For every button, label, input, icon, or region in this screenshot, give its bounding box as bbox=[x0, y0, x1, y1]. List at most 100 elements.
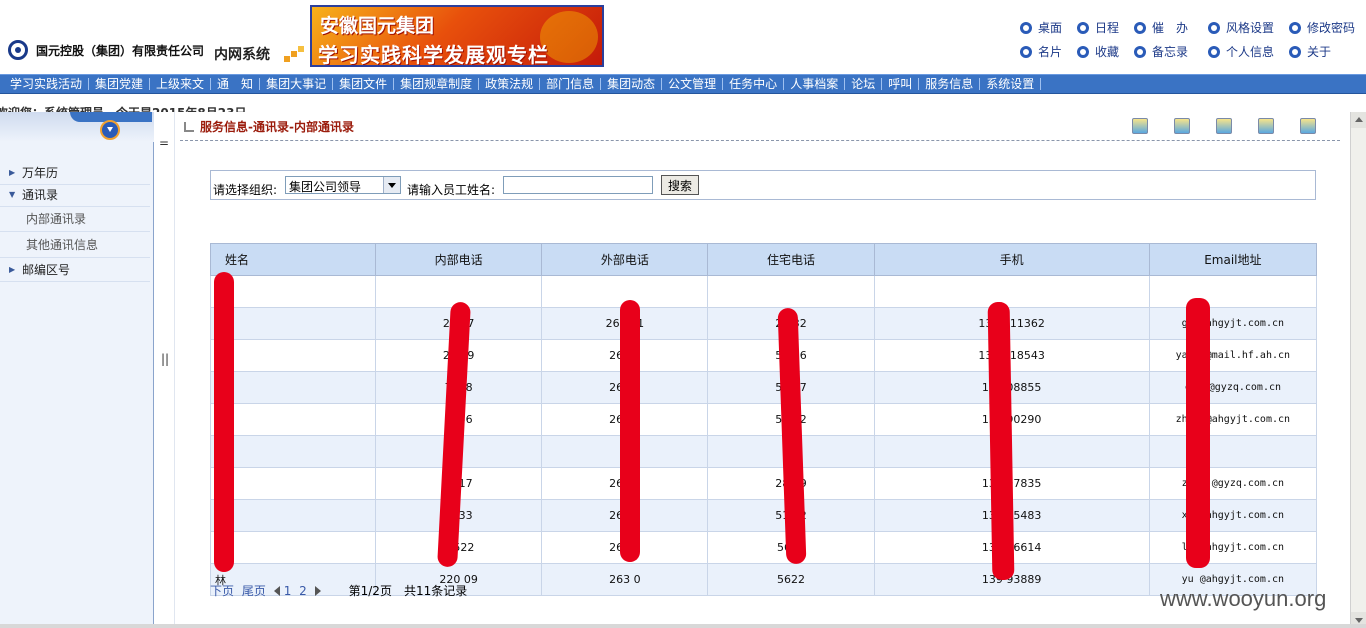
cell-email: ca g@gyzq.com.cn bbox=[1148, 371, 1318, 404]
nav-item-superior-documents[interactable]: 上级来文 bbox=[150, 78, 212, 90]
page-link-2[interactable]: 2 bbox=[299, 584, 307, 598]
status-bar bbox=[0, 624, 1366, 628]
column-header-internal-phone: 内部电话 bbox=[375, 243, 543, 276]
redaction-mark bbox=[1186, 298, 1210, 568]
directory-table: 姓名 内部电话 外部电话 住宅电话 手机 Email地址 刚2 567264 0… bbox=[209, 243, 1318, 596]
main-content: 服务信息-通讯录-内部通讯录 请选择组织: 集团公司领导 请输入员工姓名: 搜索… bbox=[176, 112, 1350, 628]
company-logo: 国元控股（集团）有限责任公司 bbox=[8, 38, 208, 64]
sidebar-splitter[interactable]: = || bbox=[155, 112, 175, 628]
cell-email: zhan @ahgyjt.com.cn bbox=[1148, 403, 1318, 436]
refresh-icon[interactable] bbox=[1174, 118, 1190, 134]
welcome-text: 欢迎您：系统管理员 今天是2015年8月23日 bbox=[0, 104, 246, 112]
nav-item-group-rules[interactable]: 集团规章制度 bbox=[394, 78, 480, 90]
cell-email bbox=[1148, 435, 1318, 468]
vertical-scrollbar[interactable] bbox=[1350, 112, 1366, 628]
cell-email: lu @ahgyjt.com.cn bbox=[1148, 531, 1318, 564]
search-panel: 请选择组织: 集团公司领导 请输入员工姓名: 搜索 bbox=[210, 170, 1316, 200]
tree-collapsed-icon: ▶ bbox=[9, 168, 16, 177]
next-page-link[interactable]: 下页 bbox=[210, 584, 234, 598]
next-page-arrow-icon[interactable] bbox=[314, 586, 321, 596]
book-icon[interactable] bbox=[1300, 118, 1316, 134]
breadcrumb-arrow-icon bbox=[184, 122, 194, 132]
collapse-down-icon[interactable] bbox=[100, 120, 120, 140]
tree-collapsed-icon: ▶ bbox=[9, 265, 16, 274]
cell-email: gu @ahgyjt.com.cn bbox=[1148, 307, 1318, 340]
banner-title: 安徽国元集团 bbox=[320, 15, 435, 37]
employee-name-label: 请输入员工姓名: bbox=[407, 183, 496, 197]
scroll-up-icon[interactable] bbox=[1351, 112, 1366, 128]
memo-icon bbox=[1134, 46, 1146, 58]
toolbar-memo-link[interactable]: 备忘录 bbox=[1134, 43, 1188, 60]
nav-item-policies[interactable]: 政策法规 bbox=[479, 78, 541, 90]
back-icon[interactable] bbox=[1216, 118, 1232, 134]
column-header-mobile: 手机 bbox=[873, 243, 1150, 276]
nav-item-task-center[interactable]: 任务中心 bbox=[723, 78, 785, 90]
toolbar-favorites-link[interactable]: 收藏 bbox=[1077, 43, 1119, 60]
sidebar-item-internal-directory[interactable]: 内部通讯录 bbox=[0, 207, 150, 232]
prev-page-arrow-icon[interactable] bbox=[273, 586, 280, 596]
page-header: 国元控股（集团）有限责任公司 内网系统 安徽国元集团 学习实践科学发展观专栏 桌… bbox=[0, 0, 1366, 74]
cell-name bbox=[209, 371, 377, 404]
sidebar-item-address-book[interactable]: ▼ 通讯录 bbox=[0, 184, 150, 207]
org-select-value: 集团公司领导 bbox=[289, 180, 362, 194]
decor-squares-icon bbox=[284, 46, 304, 62]
company-name: 国元控股（集团）有限责任公司 bbox=[36, 44, 205, 58]
table-row: 2 522263 25600138 96614lu @ahgyjt.com.cn bbox=[209, 531, 1318, 564]
help-icon[interactable] bbox=[1258, 118, 1274, 134]
pagination: 下页 尾页 1 2 第1/2页 共11条记录 bbox=[210, 582, 471, 599]
nav-item-notices[interactable]: 通 知 bbox=[211, 78, 261, 90]
table-header-row: 姓名 内部电话 外部电话 住宅电话 手机 Email地址 bbox=[209, 243, 1318, 276]
cell-name bbox=[209, 531, 377, 564]
urge-icon bbox=[1134, 22, 1146, 34]
breadcrumb-divider bbox=[180, 140, 1340, 141]
chevron-down-icon[interactable] bbox=[383, 177, 400, 193]
nav-item-document-management[interactable]: 公文管理 bbox=[662, 78, 724, 90]
nav-item-service-info[interactable]: 服务信息 bbox=[919, 78, 981, 90]
sidebar-item-postal-codes[interactable]: ▶ 邮编区号 bbox=[0, 259, 150, 282]
cell-home-phone: 5622 bbox=[707, 563, 875, 596]
sidebar-item-calendar[interactable]: ▶ 万年历 bbox=[0, 162, 150, 185]
cell-name bbox=[209, 499, 377, 532]
toolbar-about-link[interactable]: 关于 bbox=[1289, 43, 1331, 60]
business-card-icon bbox=[1020, 46, 1032, 58]
toolbar-personal-info-link[interactable]: 个人信息 bbox=[1208, 43, 1274, 60]
about-icon bbox=[1289, 46, 1301, 58]
sidebar-item-other-contacts[interactable]: 其他通讯信息 bbox=[0, 233, 150, 258]
employee-name-input[interactable] bbox=[503, 176, 653, 194]
cell-mobile: 13 008855 bbox=[873, 371, 1150, 404]
splitter-menu-icon[interactable]: = bbox=[159, 136, 169, 150]
org-select[interactable]: 集团公司领导 bbox=[285, 176, 401, 194]
toolbar-style-settings-link[interactable]: 风格设置 bbox=[1208, 19, 1274, 36]
banner-study-column[interactable]: 安徽国元集团 学习实践科学发展观专栏 bbox=[310, 5, 604, 67]
last-page-link[interactable]: 尾页 bbox=[242, 584, 266, 598]
nav-item-group-events[interactable]: 集团大事记 bbox=[260, 78, 334, 90]
org-select-label: 请选择组织: bbox=[213, 183, 278, 197]
cell-home-phone bbox=[707, 275, 875, 308]
nav-item-call[interactable]: 呼叫 bbox=[882, 78, 920, 90]
table-row: 斌2 569267 856 3613 5518543yao n@mail.hf.… bbox=[209, 339, 1318, 372]
nav-item-personnel-files[interactable]: 人事档案 bbox=[784, 78, 846, 90]
nav-item-party-building[interactable]: 集团党建 bbox=[89, 78, 151, 90]
nav-item-group-documents[interactable]: 集团文件 bbox=[333, 78, 395, 90]
toolbar-business-card-link[interactable]: 名片 bbox=[1020, 43, 1062, 60]
table-row: 俊7517261 8282 913 597835zha j@gyzq.com.c… bbox=[209, 467, 1318, 500]
nav-item-system-settings[interactable]: 系统设置 bbox=[980, 78, 1042, 90]
main-nav: 学习实践活动 集团党建 上级来文 通 知 集团大事记 集团文件 集团规章制度 政… bbox=[0, 74, 1366, 94]
page-link-1[interactable]: 1 bbox=[284, 584, 292, 598]
splitter-toggle-icon[interactable]: || bbox=[161, 352, 169, 366]
cell-name: 刚 bbox=[209, 307, 377, 340]
table-row bbox=[209, 435, 1318, 468]
nav-item-study-activity[interactable]: 学习实践活动 bbox=[4, 78, 90, 90]
nav-item-department-info[interactable]: 部门信息 bbox=[540, 78, 602, 90]
search-button[interactable]: 搜索 bbox=[661, 175, 699, 195]
cell-name bbox=[209, 275, 377, 308]
nav-item-forum[interactable]: 论坛 bbox=[845, 78, 883, 90]
nav-item-group-news[interactable]: 集团动态 bbox=[601, 78, 663, 90]
column-header-name: 姓名 bbox=[209, 243, 377, 276]
toolbar-urge-link[interactable]: 催 办 bbox=[1134, 19, 1188, 36]
style-settings-icon bbox=[1208, 22, 1220, 34]
toolbar-change-password-link[interactable]: 修改密码 bbox=[1289, 19, 1355, 36]
toolbar-desktop-link[interactable]: 桌面 bbox=[1020, 19, 1062, 36]
toolbar-schedule-link[interactable]: 日程 bbox=[1077, 19, 1119, 36]
grid-view-icon[interactable] bbox=[1132, 118, 1148, 134]
